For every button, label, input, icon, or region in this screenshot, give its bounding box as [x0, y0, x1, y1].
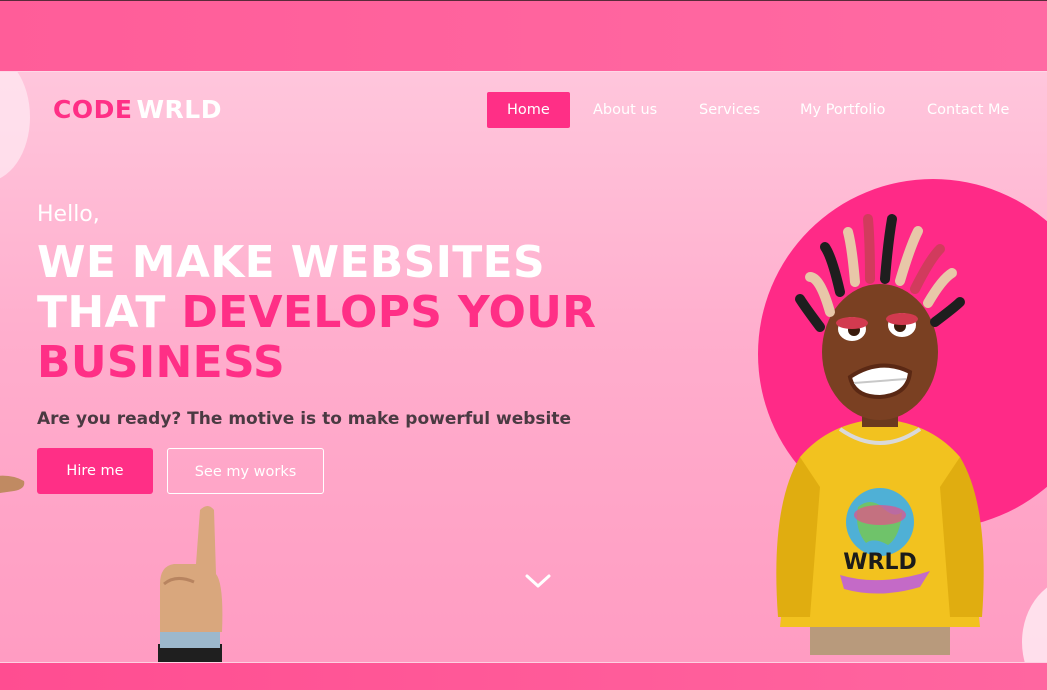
headline-line2-white: THAT — [37, 287, 166, 338]
nav-item-about[interactable]: About us — [593, 92, 657, 128]
nav-item-contact[interactable]: Contact Me — [927, 92, 1009, 128]
hero-greeting: Hello, — [37, 202, 100, 227]
decorative-blob — [1022, 577, 1047, 662]
bottom-band — [0, 662, 1047, 690]
decorative-blob — [0, 72, 30, 182]
brand-logo-part1: CODE — [53, 95, 133, 124]
hero-subtitle: Are you ready? The motive is to make pow… — [37, 409, 571, 429]
nav-item-services[interactable]: Services — [699, 92, 760, 128]
top-band — [0, 0, 1047, 71]
avatar-character: WRLD — [776, 214, 984, 655]
headline-line2-pink: DEVELOPS YOUR — [181, 287, 597, 338]
brand-logo[interactable]: CODE WRLD — [53, 96, 222, 124]
chevron-down-icon[interactable] — [524, 572, 552, 590]
hero-section: CODE WRLD Home About us Services My Portf… — [0, 71, 1047, 662]
shirt-print-text: WRLD — [843, 550, 917, 575]
hire-me-button[interactable]: Hire me — [37, 448, 153, 494]
pointing-hand — [158, 506, 223, 662]
see-my-works-button[interactable]: See my works — [167, 448, 324, 494]
headline-line3-pink: BUSINESS — [37, 337, 286, 388]
nav-item-home[interactable]: Home — [487, 92, 570, 128]
pointing-hand-left — [0, 475, 25, 493]
nav-item-portfolio[interactable]: My Portfolio — [800, 92, 885, 128]
brand-logo-part2: WRLD — [136, 95, 222, 124]
headline-line1: WE MAKE WEBSITES — [37, 237, 545, 288]
hero-headline: WE MAKE WEBSITES THAT DEVELOPS YOUR BUSI… — [37, 238, 657, 388]
